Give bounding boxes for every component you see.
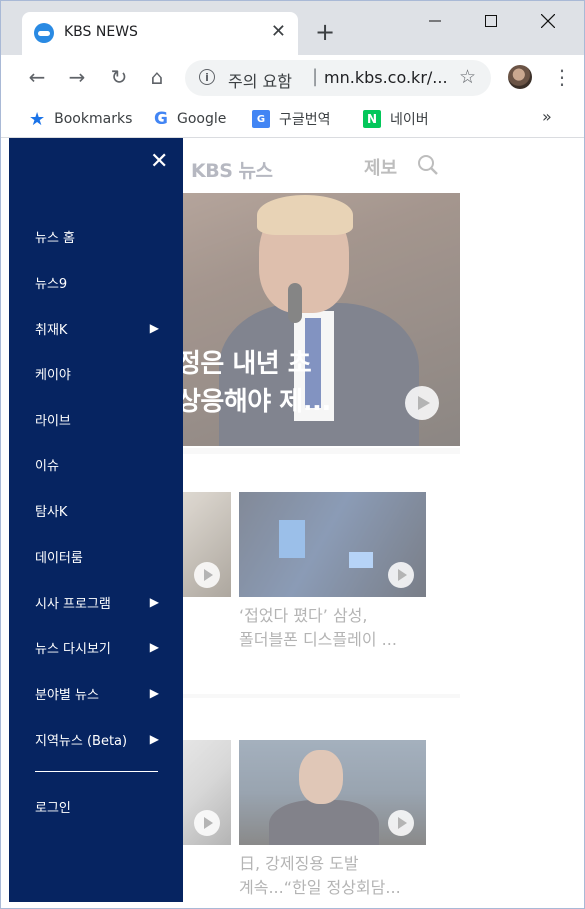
maximize-icon xyxy=(485,15,497,27)
menu-item-news-by-category[interactable]: 분야별 뉴스 ▶ xyxy=(35,681,175,705)
menu-item-regional-news[interactable]: 지역뉴스 (Beta) ▶ xyxy=(35,727,175,751)
menu-item-label: 뉴스9 xyxy=(35,276,68,292)
url-text[interactable]: mn.kbs.co.kr/... xyxy=(324,68,448,87)
new-tab-button[interactable]: + xyxy=(315,20,335,44)
tab-close-icon[interactable]: ✕ xyxy=(271,22,286,42)
tab-title: KBS NEWS xyxy=(64,24,138,40)
bookmark-label: 네이버 xyxy=(390,112,429,128)
bookmark-label: Bookmarks xyxy=(54,111,133,127)
minimize-button[interactable] xyxy=(423,9,447,33)
menu-item-label: 이슈 xyxy=(35,458,59,474)
kbs-favicon-icon xyxy=(34,23,54,43)
menu-item-label: 뉴스 다시보기 xyxy=(35,641,111,657)
menu-item-label: 시사 프로그램 xyxy=(35,596,111,612)
info-icon[interactable]: i xyxy=(199,69,215,85)
browser-menu-icon[interactable]: ⋮ xyxy=(552,63,572,91)
security-warning[interactable]: 주의 요함 xyxy=(228,68,292,92)
menu-item-label: 지역뉴스 (Beta) xyxy=(35,733,128,749)
google-translate-icon: G xyxy=(252,110,270,128)
naver-icon: N xyxy=(363,110,381,128)
menu-item-data-room[interactable]: 데이터룸 xyxy=(35,544,175,568)
forward-button[interactable]: → xyxy=(65,65,89,89)
bookmark-naver[interactable]: N 네이버 xyxy=(363,108,429,130)
home-button[interactable]: ⌂ xyxy=(145,65,169,89)
bookmark-label: Google xyxy=(176,111,227,127)
expand-arrow-icon[interactable]: ▶ xyxy=(150,321,159,335)
menu-item-investigative-k[interactable]: 탐사K xyxy=(35,498,175,522)
menu-item-news9[interactable]: 뉴스9 xyxy=(35,270,175,294)
minimize-icon xyxy=(429,20,441,22)
menu-item-keiya[interactable]: 케이야 xyxy=(35,361,175,385)
menu-item-label: 뉴스 홈 xyxy=(35,230,76,246)
menu-item-label: 탐사K xyxy=(35,504,68,520)
google-icon: G xyxy=(154,109,168,129)
profile-avatar[interactable] xyxy=(508,65,532,89)
menu-item-label: 데이터룸 xyxy=(35,550,83,566)
bookmark-bookmarks[interactable]: ★ Bookmarks xyxy=(29,108,132,130)
menu-divider xyxy=(35,771,158,772)
menu-item-live[interactable]: 라이브 xyxy=(35,407,175,431)
menu-item-news-home[interactable]: 뉴스 홈 xyxy=(35,224,175,248)
maximize-button[interactable] xyxy=(479,9,503,33)
bookmarks-bar: ★ Bookmarks G Google G 구글번역 N 네이버 » xyxy=(1,101,584,138)
expand-arrow-icon[interactable]: ▶ xyxy=(150,686,159,700)
menu-item-current-affairs[interactable]: 시사 프로그램 ▶ xyxy=(35,590,175,614)
menu-item-label: 케이야 xyxy=(35,367,71,383)
browser-toolbar: ← → ↻ ⌂ i 주의 요함 | mn.kbs.co.kr/... ☆ ⋮ xyxy=(1,55,584,101)
close-icon[interactable]: ✕ xyxy=(150,148,168,176)
browser-tab[interactable]: KBS NEWS ✕ xyxy=(22,12,298,55)
close-window-button[interactable] xyxy=(536,9,560,33)
bookmark-label: 구글번역 xyxy=(279,112,331,128)
expand-arrow-icon[interactable]: ▶ xyxy=(150,595,159,609)
browser-window: KBS NEWS ✕ + ← → ↻ ⌂ i 주의 요함 | mn.kbs.co… xyxy=(0,0,585,909)
expand-arrow-icon[interactable]: ▶ xyxy=(150,732,159,746)
bookmark-star-icon[interactable]: ☆ xyxy=(459,66,476,88)
login-link[interactable]: 로그인 xyxy=(35,794,175,818)
side-drawer-menu: ✕ 뉴스 홈 뉴스9 취재K ▶ 케이야 라이브 이슈 탐사K 데이터룸 시사 … xyxy=(9,138,183,902)
login-label: 로그인 xyxy=(35,800,71,816)
title-bar: KBS NEWS ✕ + xyxy=(1,1,584,55)
bookmark-google-translate[interactable]: G 구글번역 xyxy=(252,108,331,130)
menu-item-label: 취재K xyxy=(35,322,68,338)
bookmark-google[interactable]: G Google xyxy=(154,108,226,130)
bookmarks-more-button[interactable]: » xyxy=(542,107,552,126)
reload-button[interactable]: ↻ xyxy=(107,65,131,89)
star-icon: ★ xyxy=(29,108,46,130)
menu-item-news-replay[interactable]: 뉴스 다시보기 ▶ xyxy=(35,635,175,659)
address-bar[interactable]: i 주의 요함 | mn.kbs.co.kr/... ☆ xyxy=(185,60,491,96)
menu-item-issue[interactable]: 이슈 xyxy=(35,452,175,476)
close-icon xyxy=(541,14,555,28)
menu-item-label: 라이브 xyxy=(35,413,71,429)
menu-item-reporting-k[interactable]: 취재K ▶ xyxy=(35,316,175,340)
back-button[interactable]: ← xyxy=(25,65,49,89)
expand-arrow-icon[interactable]: ▶ xyxy=(150,640,159,654)
menu-item-label: 분야별 뉴스 xyxy=(35,687,99,703)
address-separator: | xyxy=(312,66,319,87)
